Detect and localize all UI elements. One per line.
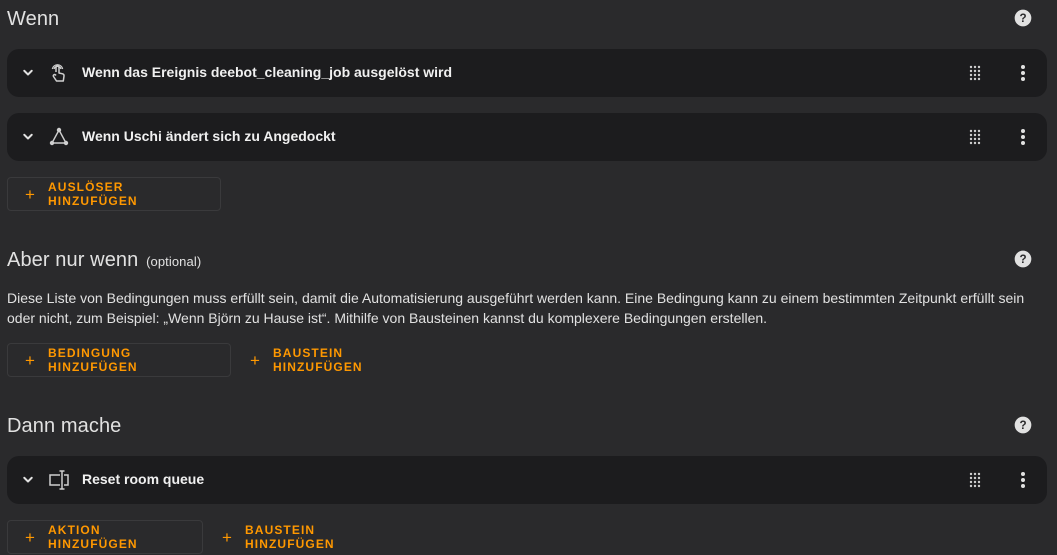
more-vert-icon[interactable] bbox=[1013, 470, 1033, 490]
conditions-title-text: Aber nur wenn bbox=[7, 248, 139, 271]
plus-icon: + bbox=[25, 184, 37, 204]
add-condition-button[interactable]: + BEDINGUNG HINZUFÜGEN bbox=[7, 343, 231, 377]
form-textbox-icon bbox=[49, 470, 69, 490]
svg-text:?: ? bbox=[1019, 253, 1026, 266]
conditions-description: Diese Liste von Bedingungen muss erfüllt… bbox=[7, 290, 1025, 326]
gesture-tap-icon bbox=[51, 64, 65, 82]
trigger-card[interactable]: Wenn das Ereignis deebot_cleaning_job au… bbox=[7, 49, 1047, 97]
triggers-title: Wenn bbox=[7, 7, 60, 30]
add-action-block-button[interactable]: + BAUSTEIN HINZUFÜGEN bbox=[204, 520, 414, 554]
drag-handle-icon[interactable] bbox=[965, 470, 985, 490]
help-icon[interactable]: ? bbox=[1013, 415, 1033, 435]
add-condition-label: BEDINGUNG HINZUFÜGEN bbox=[48, 346, 138, 374]
conditions-header: Aber nur wenn (optional) bbox=[7, 247, 1057, 273]
add-condition-block-button[interactable]: + BAUSTEIN HINZUFÜGEN bbox=[232, 343, 442, 377]
trigger-label: Wenn Uschi ändert sich zu Angedockt bbox=[82, 128, 336, 144]
add-block-label: BAUSTEIN HINZUFÜGEN bbox=[273, 346, 363, 374]
more-vert-icon[interactable] bbox=[1013, 127, 1033, 147]
actions-title: Dann mache bbox=[7, 414, 122, 437]
plus-icon: + bbox=[25, 350, 37, 370]
svg-text:?: ? bbox=[1019, 12, 1026, 25]
add-trigger-label: AUSLÖSER HINZUFÜGEN bbox=[48, 180, 138, 208]
trigger-card[interactable]: Wenn Uschi ändert sich zu Angedockt bbox=[7, 113, 1047, 161]
add-trigger-button[interactable]: + AUSLÖSER HINZUFÜGEN bbox=[7, 177, 221, 211]
chevron-down-icon[interactable] bbox=[19, 128, 37, 146]
actions-header: Dann mache bbox=[7, 413, 1057, 439]
plus-icon: + bbox=[25, 527, 37, 547]
state-graph-icon bbox=[49, 127, 69, 146]
chevron-down-icon[interactable] bbox=[19, 471, 37, 489]
chevron-down-icon[interactable] bbox=[19, 64, 37, 82]
plus-icon: + bbox=[222, 527, 234, 547]
svg-text:?: ? bbox=[1019, 419, 1026, 432]
optional-label: (optional) bbox=[146, 253, 202, 269]
plus-icon: + bbox=[250, 350, 262, 370]
more-vert-icon[interactable] bbox=[1013, 63, 1033, 83]
trigger-label: Wenn das Ereignis deebot_cleaning_job au… bbox=[82, 64, 453, 80]
conditions-title: Aber nur wenn (optional) bbox=[7, 249, 201, 272]
triggers-header: Wenn bbox=[7, 6, 1057, 32]
action-card[interactable]: Reset room queue bbox=[7, 456, 1047, 504]
help-icon[interactable]: ? bbox=[1013, 8, 1033, 28]
drag-handle-icon[interactable] bbox=[965, 63, 985, 83]
add-block-label: BAUSTEIN HINZUFÜGEN bbox=[245, 523, 335, 551]
add-action-button[interactable]: + AKTION HINZUFÜGEN bbox=[7, 520, 203, 554]
add-action-label: AKTION HINZUFÜGEN bbox=[48, 523, 138, 551]
action-label: Reset room queue bbox=[82, 471, 205, 487]
help-icon[interactable]: ? bbox=[1013, 249, 1033, 269]
drag-handle-icon[interactable] bbox=[965, 127, 985, 147]
